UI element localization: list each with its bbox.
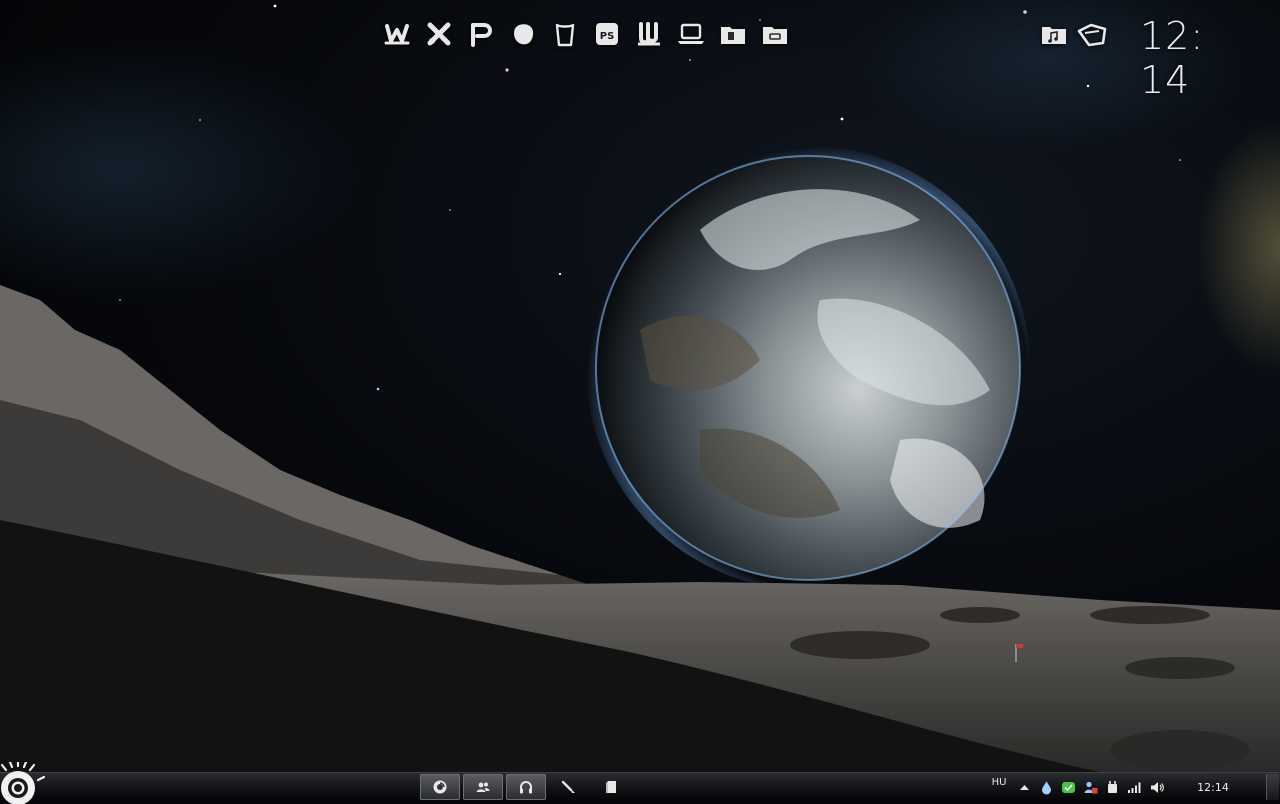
- pictures-folder-icon[interactable]: [1076, 18, 1108, 50]
- desktop[interactable]: PS 12: 14: [0, 0, 1280, 772]
- laptop-icon[interactable]: [672, 16, 710, 52]
- pidgin-style-icon[interactable]: [462, 16, 500, 52]
- start-orb-button[interactable]: [0, 762, 52, 804]
- music-folder-icon[interactable]: [1038, 18, 1070, 50]
- power-plug-icon[interactable]: [1101, 773, 1123, 801]
- show-hidden-icon[interactable]: [1013, 773, 1035, 801]
- taskbar-brush-button[interactable]: [549, 774, 589, 800]
- media-player-icon: [433, 780, 447, 794]
- taskbar-clock[interactable]: 12:14: [1181, 781, 1245, 794]
- taskbar-contacts-button[interactable]: [463, 774, 503, 800]
- wallpaper-earth-from-moon: [0, 0, 1280, 772]
- taskbar: HU 12:14: [0, 772, 1280, 801]
- taskbar-media-player-button[interactable]: [420, 774, 460, 800]
- contacts-icon: [476, 782, 490, 792]
- blob-app-icon[interactable]: [504, 16, 542, 52]
- show-desktop-button[interactable]: [1266, 774, 1279, 800]
- winamp-style-icon[interactable]: [378, 16, 416, 52]
- document-icon: [606, 781, 616, 793]
- water-drop-icon[interactable]: [1035, 773, 1057, 801]
- svg-text:PS: PS: [600, 31, 615, 42]
- system-tray: HU 12:14: [985, 773, 1245, 801]
- top-dock: PS: [378, 16, 794, 52]
- folder-documents-icon[interactable]: [714, 16, 752, 52]
- photoshop-icon[interactable]: PS: [588, 16, 626, 52]
- right-dock: [1038, 18, 1108, 50]
- user-status-icon[interactable]: [1079, 773, 1101, 801]
- xfire-style-icon[interactable]: [420, 16, 458, 52]
- taskbar-headphones-button[interactable]: [506, 774, 546, 800]
- taskbar-buttons: [420, 773, 632, 801]
- folder-icon[interactable]: [756, 16, 794, 52]
- desktop-clock: 12: 14: [1140, 14, 1205, 102]
- taskbar-document-button[interactable]: [592, 774, 632, 800]
- trash-bin-icon[interactable]: [546, 16, 584, 52]
- start-orb-icon: [0, 762, 46, 804]
- utorrent-icon[interactable]: [630, 16, 668, 52]
- volume-icon[interactable]: [1145, 773, 1167, 801]
- signal-bars-icon[interactable]: [1123, 773, 1145, 801]
- headphones-icon: [520, 781, 532, 794]
- language-indicator[interactable]: HU: [985, 777, 1013, 788]
- green-chat-icon[interactable]: [1057, 773, 1079, 801]
- brush-icon: [561, 780, 575, 793]
